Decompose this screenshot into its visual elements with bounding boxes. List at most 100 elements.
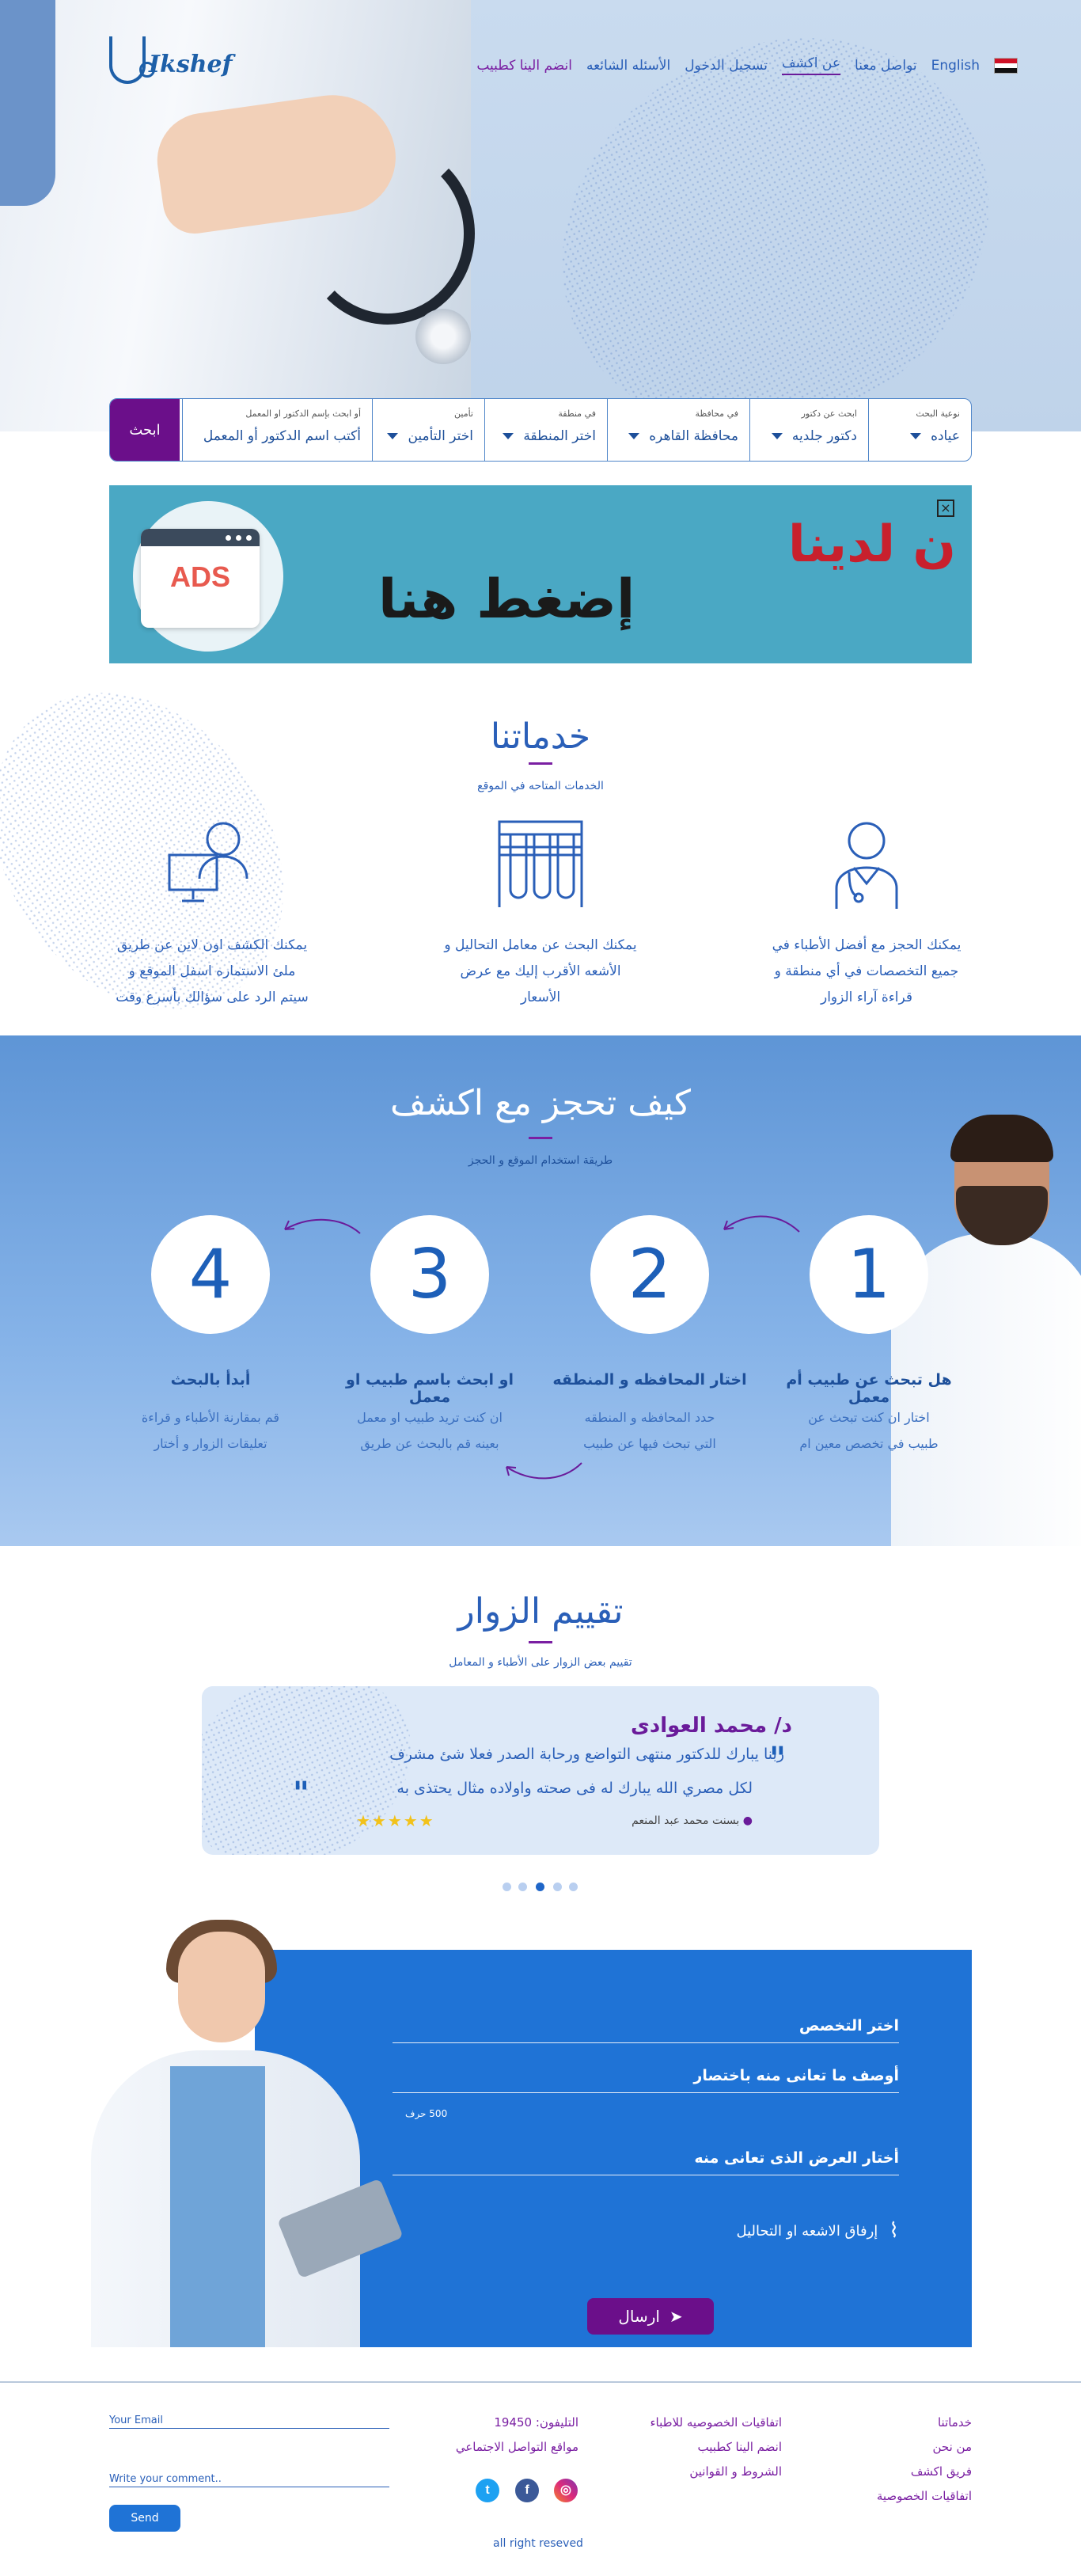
footer-links-2: اتفاقيات الخصوصيه للاطباء انضم الينا كطب… [650,2411,782,2484]
service-line: سيتم الرد على سؤالك بأسرع وقت [116,990,309,1005]
insurance-label: تأمين [454,408,473,419]
governorate-label: في محافظة [695,408,738,419]
footer-send-button[interactable]: Send [109,2505,180,2532]
step-number: 2 [590,1215,709,1334]
step-number: 1 [810,1215,928,1334]
footer-link[interactable]: من نحن [877,2435,973,2460]
step-desc-line: بعينه قم بالبحث عن طريق [360,1436,499,1451]
paper-plane-icon: ➤ [669,2307,683,2326]
send-button[interactable]: ارسال ➤ [587,2298,714,2335]
char-limit: 500 حرف [405,2108,448,2119]
nav-faq[interactable]: الأسئله الشائعه [586,58,670,74]
step-desc-line: طبيب في تخصص معين ام [799,1436,939,1451]
footer-comment-input[interactable]: Write your comment.. [109,2473,389,2487]
footer-contact: التليفون: 19450 مواقع التواصل الاجتماعي [456,2411,578,2460]
chevron-down-icon [910,433,922,439]
insurance-select[interactable]: تأمين اختر التأمين [372,399,484,461]
service-line: يمكنك الحجز مع أفضل الأطباء في [772,937,962,953]
services-title: خدماتنا [490,716,591,757]
step-desc: حدد المحافظه و المنطقه التي تبحث فيها عن … [571,1404,729,1457]
egypt-flag-icon[interactable] [994,57,1018,74]
service-line: يمكنك البحث عن معامل التحاليل و [444,937,637,953]
footer-link[interactable]: اتفاقيات الخصوصية [877,2484,972,2509]
nav-join-doctor[interactable]: انضم الينا كطبيب [476,58,572,74]
service-line: يمكنك الكشف اون لاين عن طريق [116,937,308,953]
specialty-field[interactable]: اختر التخصص [393,2017,899,2043]
search-type-select[interactable]: نوعية البحث عياده [868,399,971,461]
ad-badge: ADS [169,560,230,593]
title-underline [529,762,552,765]
reviews-title: تقييم الزوار [457,1591,624,1632]
nav-about[interactable]: عن اكشف [781,55,841,75]
ad-close-icon[interactable]: × [937,500,954,517]
footer-link[interactable]: فريق اكشف [877,2460,972,2484]
twitter-icon[interactable]: t [476,2479,499,2502]
search-type-label: نوعية البحث [916,408,960,419]
language-switch[interactable]: English [931,58,980,74]
step-desc-line: التي تبحث فيها عن طبيب [583,1436,716,1451]
chevron-down-icon [503,433,514,439]
quote-close-icon: " [293,1775,309,1812]
nav-login[interactable]: تسجيل الدخول [685,58,768,74]
review-doctor-name[interactable]: د/ محمد العوادى [631,1714,792,1738]
review-text: لكل مصري الله يبارك له فى صحته واولاده م… [396,1780,753,1797]
step-desc-line: اختار ان كنت تبحث عن [808,1410,930,1425]
insurance-value: اختر التأمين [408,428,473,444]
governorate-value: محافظة القاهره [649,428,738,444]
review-author-name: بسنت محمد عبد المنعم [632,1814,740,1827]
carousel-dot[interactable] [518,1883,527,1891]
carousel-dot[interactable] [503,1883,511,1891]
footer-social-label: مواقع التواصل الاجتماعي [455,2440,578,2454]
footer-link[interactable]: الشروط و القوانين [650,2460,782,2484]
step-title: هل تبحث عن طبيب أم معمل [786,1371,952,1406]
area-value: اختر المنطقة [523,428,596,444]
online-consultant-icon [165,815,260,910]
chevron-down-icon [628,433,640,439]
ikshef-logo[interactable]: Ikshef [109,33,233,97]
facebook-icon[interactable]: f [515,2479,539,2502]
service-online: يمكنك الكشف اون لاين عن طريق ملئ الاستمار… [109,815,315,1011]
how-to-book-section: كيف تحجز مع اكشف طريقة استخدام الموقع و … [0,1035,1081,1546]
step-desc: قم بمقارنة الأطباء و قراءة تعليقات الزوار… [131,1404,290,1457]
female-doctor-photo [83,1916,404,2347]
footer-email-input[interactable]: Your Email [109,2415,389,2429]
footer-link[interactable]: اتفاقيات الخصوصيه للاطباء [650,2411,782,2435]
describe-field[interactable]: أوصف ما تعانى منه باختصار [393,2067,899,2093]
ad-banner[interactable]: ADS ن لدينا إضغط هنا × [109,485,972,663]
doctor-specialty-select[interactable]: ابحث عن دكتور دكتور جلديه [749,399,868,461]
attach-files[interactable]: ⌇ إرفاق الاشعه او التحاليل [736,2219,899,2243]
footer-link[interactable]: انضم الينا كطبيب [650,2435,782,2460]
service-labs: يمكنك البحث عن معامل التحاليل و الأشعه ال… [438,815,643,1011]
step-desc: ان كنت تريد طبيب او معمل بعينه قم بالبحث … [351,1404,509,1457]
specialty-label: ابحث عن دكتور [801,408,857,419]
carousel-dot-active[interactable] [536,1883,544,1891]
send-label: ارسال [618,2307,660,2326]
search-bar: نوعية البحث عياده ابحث عن دكتور دكتور جل… [109,398,972,462]
area-select[interactable]: في منطقة اختر المنطقة [484,399,607,461]
footer-links-1: خدماتنا من نحن فريق اكشف اتفاقيات الخصوص… [877,2411,972,2509]
nav-contact[interactable]: تواصل معنا [855,58,917,74]
search-type-value: عياده [931,428,960,444]
name-search-input[interactable]: أو ابحث بإسم الدكتور او المعمل أكتب اسم … [182,399,372,461]
instagram-icon[interactable]: ◎ [554,2479,578,2502]
carousel-dot[interactable] [569,1883,578,1891]
carousel-dot[interactable] [553,1883,562,1891]
search-button[interactable]: ابحث [110,399,180,461]
rating-stars: ★★★★★ [356,1811,435,1830]
footer-link[interactable]: خدماتنا [877,2411,972,2435]
chevron-down-icon [771,433,783,439]
service-line: قراءة آراء الزوار [820,990,912,1005]
governorate-select[interactable]: في محافظة محافظة القاهره [607,399,749,461]
step-desc-line: ان كنت تريد طبيب او معمل [357,1410,503,1425]
attach-label: إرفاق الاشعه او التحاليل [736,2222,878,2240]
service-line: الأشعه الأقرب إليك مع عرض [460,963,621,979]
service-doctors: يمكنك الحجز مع أفضل الأطباء في جميع التخص… [764,815,969,1011]
logo-text: Ikshef [149,51,233,78]
ad-cta[interactable]: إضغط هنا [378,568,635,631]
footer-phone: التليفون: 19450 [494,2415,578,2430]
service-line: ملئ الاستماره اسفل الموقع و [128,963,296,979]
review-author: ● بسنت محمد عبد المنعم [632,1814,753,1827]
step-desc-line: حدد المحافظه و المنطقه [584,1410,715,1425]
step-title: اختار المحافظه و المنطقه [552,1371,747,1389]
symptom-field[interactable]: أختار العرض الذى تعانى منه [393,2149,899,2175]
